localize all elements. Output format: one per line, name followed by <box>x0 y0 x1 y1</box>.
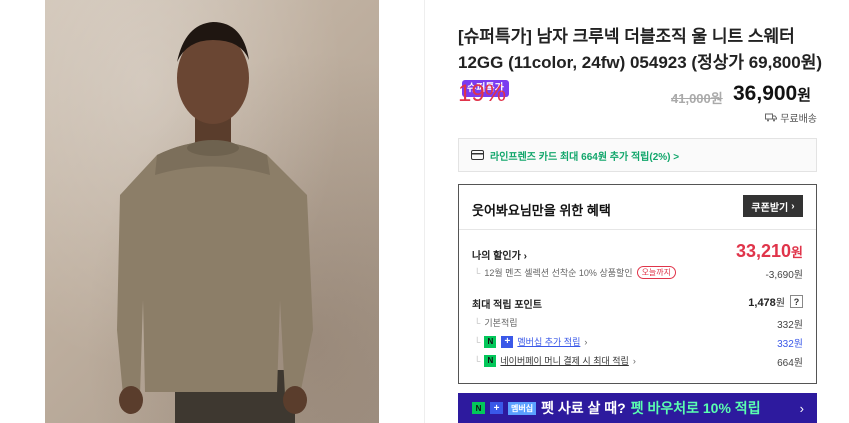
basic-points-label: 기본적립 <box>484 318 518 328</box>
npay-points-row[interactable]: └ N 네이버페이 머니 결제 시 최대 적립 › <box>474 354 636 367</box>
card-benefit-text: 라인프렌즈 카드 최대 664원 추가 적립(2%) > <box>490 151 680 163</box>
discount-amount: -3,690원 <box>765 270 803 281</box>
corner-icon: └ <box>474 317 481 328</box>
npay-points-value: 664원 <box>777 358 803 369</box>
corner-icon: └ <box>474 336 481 347</box>
basic-points-value: 332원 <box>777 320 803 331</box>
points-label: 최대 적립 포인트 <box>472 300 542 311</box>
my-price-link[interactable]: 나의 할인가 › <box>472 247 527 262</box>
card-icon <box>471 150 484 160</box>
product-image[interactable] <box>45 0 379 423</box>
membership-points-label: 멤버십 추가 적립 <box>517 337 581 347</box>
help-icon[interactable]: ? <box>790 295 803 308</box>
corner-icon: └ <box>474 267 481 278</box>
coupon-button[interactable]: 쿠폰받기 › <box>743 195 803 217</box>
membership-tag: 멤버십 <box>508 401 537 415</box>
sale-price: 36,900원 <box>733 82 811 106</box>
points-value: 1,478 <box>748 297 776 309</box>
corner-icon: └ <box>474 355 481 366</box>
chevron-right-icon: › <box>523 251 527 262</box>
today-only-tag: 오늘까지 <box>636 266 677 279</box>
column-divider <box>424 0 425 423</box>
membership-points-value: 332원 <box>777 339 803 350</box>
chevron-right-icon: › <box>799 400 804 416</box>
chevron-right-icon: › <box>791 200 795 212</box>
banner-text-primary: 펫 사료 살 때? <box>541 400 626 416</box>
my-price-unit: 원 <box>791 245 803 260</box>
membership-points-row[interactable]: └ N + 멤버십 추가 적립 › <box>474 335 587 348</box>
shipping-info: 무료배송 <box>765 110 817 125</box>
discount-rate: 19% <box>458 80 507 107</box>
plus-icon: + <box>490 402 503 414</box>
my-price-value: 33,210 <box>735 241 792 261</box>
chevron-right-icon: › <box>584 336 588 347</box>
discount-detail-row: └ 12월 멘즈 셀렉션 선착순 10% 상품할인 오늘까지 <box>474 266 677 279</box>
npay-points-label: 네이버페이 머니 결제 시 최대 적립 <box>500 356 629 366</box>
truck-icon <box>765 113 778 122</box>
discount-detail-text: 12월 멘즈 셀렉션 선착순 10% 상품할인 <box>484 268 633 278</box>
sale-price-value: 36,900 <box>733 82 798 105</box>
benefit-divider <box>459 229 816 230</box>
card-benefit-link[interactable]: 라인프렌즈 카드 최대 664원 추가 적립(2%) > <box>458 138 817 172</box>
benefit-title: 웃어봐요님만을 위한 혜택 <box>472 203 611 218</box>
my-price: 33,210원 <box>736 241 803 262</box>
points-unit: 원 <box>775 298 785 309</box>
model-illustration <box>117 22 313 423</box>
pet-voucher-banner[interactable]: N + 멤버십 펫 사료 살 때? 펫 바우처로 10% 적립 › <box>458 393 817 423</box>
benefit-panel: 웃어봐요님만을 위한 혜택 쿠폰받기 › 나의 할인가 › 33,210원 └ … <box>458 184 817 384</box>
my-price-label: 나의 할인가 <box>472 251 521 262</box>
points-total: 1,478원 ? <box>748 294 803 309</box>
sale-price-unit: 원 <box>797 87 812 104</box>
plus-icon: + <box>501 335 514 348</box>
naver-n-icon: N <box>484 335 497 348</box>
shipping-text: 무료배송 <box>780 114 817 125</box>
basic-points-row: └ 기본적립 <box>474 316 518 329</box>
original-price: 41,000원 <box>671 91 723 106</box>
naver-n-icon: N <box>472 402 485 414</box>
coupon-button-label: 쿠폰받기 <box>751 202 789 214</box>
banner-text-highlight: 펫 바우처로 10% 적립 <box>630 400 761 416</box>
chevron-right-icon: › <box>632 355 636 366</box>
naver-pay-icon: N <box>484 354 497 367</box>
product-title-text: [슈퍼특가] 남자 크루넥 더블조직 울 니트 스웨터 12GG (11colo… <box>458 27 823 72</box>
